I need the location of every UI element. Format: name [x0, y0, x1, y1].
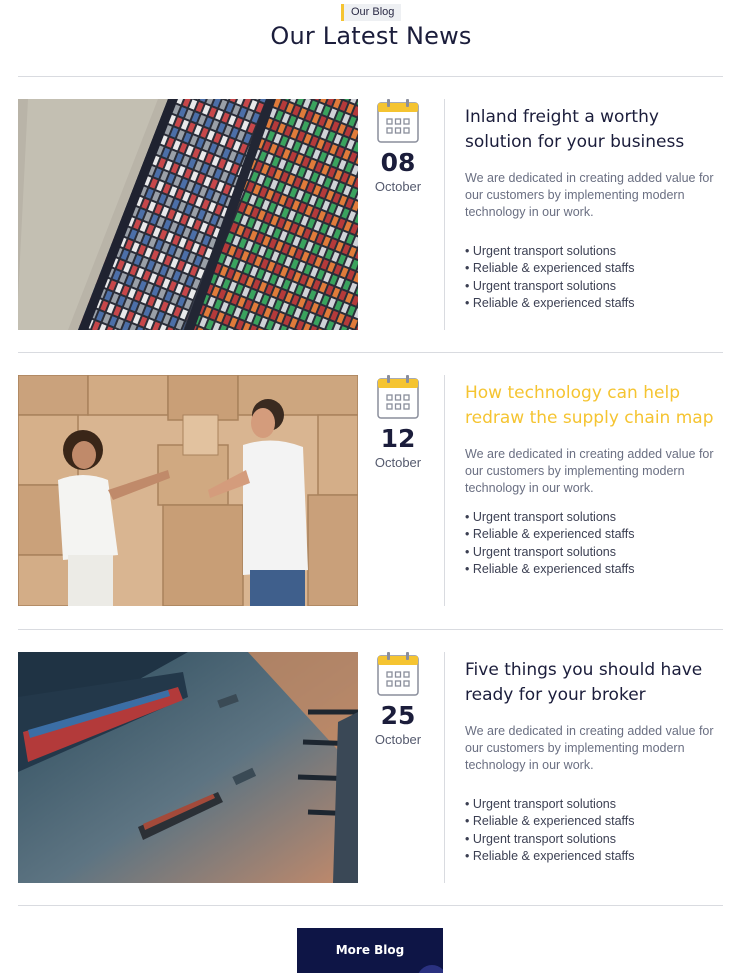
feature-item: • Reliable & experienced staffs	[465, 296, 635, 311]
blog-post: 12 October How technology can help redra…	[18, 375, 723, 606]
post-excerpt: We are dedicated in creating added value…	[465, 724, 714, 772]
post-image-moving-boxes[interactable]	[18, 375, 358, 606]
post-title-link[interactable]: Inland freight a worthy solution for you…	[465, 105, 720, 155]
calendar-icon	[377, 652, 419, 696]
feature-list: • Urgent transport solutions • Reliable …	[465, 796, 720, 866]
feature-item: • Urgent transport solutions	[465, 831, 616, 846]
post-month: October	[374, 179, 422, 194]
post-excerpt: We are dedicated in creating added value…	[465, 447, 714, 495]
divider	[18, 352, 723, 353]
column-divider	[444, 99, 445, 330]
feature-item: • Reliable & experienced staffs	[465, 261, 635, 276]
feature-item: • Urgent transport solutions	[465, 244, 616, 258]
divider	[18, 629, 723, 630]
feature-item: • Urgent transport solutions	[465, 510, 616, 524]
feature-list: • Urgent transport solutions • Reliable …	[465, 509, 720, 579]
post-title-link[interactable]: Five things you should have ready for yo…	[465, 658, 720, 708]
post-excerpt: We are dedicated in creating added value…	[465, 171, 714, 219]
calendar-icon	[377, 99, 419, 143]
more-blog-button[interactable]: More Blog	[297, 928, 443, 973]
post-title-link[interactable]: How technology can help redraw the suppl…	[465, 381, 720, 431]
button-decoration	[417, 965, 443, 973]
feature-item: • Urgent transport solutions	[465, 544, 616, 559]
post-month: October	[374, 732, 422, 747]
feature-list: • Urgent transport solutions • Reliable …	[465, 243, 720, 313]
feature-item: • Reliable & experienced staffs	[465, 814, 635, 829]
divider	[18, 76, 723, 77]
post-date: 12 October	[374, 375, 422, 470]
more-blog-label: More Blog	[335, 943, 405, 957]
feature-item: • Urgent transport solutions	[465, 797, 616, 811]
feature-item: • Reliable & experienced staffs	[465, 527, 635, 542]
calendar-icon	[377, 375, 419, 419]
post-image-container-port[interactable]	[18, 99, 358, 330]
column-divider	[444, 652, 445, 883]
post-content: Inland freight a worthy solution for you…	[465, 105, 720, 313]
feature-item: • Reliable & experienced staffs	[465, 849, 635, 864]
blog-post: 08 October Inland freight a worthy solut…	[18, 99, 723, 330]
post-month: October	[374, 455, 422, 470]
post-day: 08	[380, 148, 416, 177]
post-content: How technology can help redraw the suppl…	[465, 381, 720, 579]
post-image-cargo-ships[interactable]	[18, 652, 358, 883]
feature-item: • Urgent transport solutions	[465, 278, 616, 293]
feature-item: • Reliable & experienced staffs	[465, 562, 635, 577]
divider	[18, 905, 723, 906]
post-date: 25 October	[374, 652, 422, 747]
blog-post: 25 October Five things you should have r…	[18, 652, 723, 883]
section-title: Our Latest News	[270, 22, 472, 50]
column-divider	[444, 375, 445, 606]
section-tag: Our Blog	[341, 4, 402, 21]
post-content: Five things you should have ready for yo…	[465, 658, 720, 866]
post-day: 12	[380, 424, 416, 453]
post-day: 25	[380, 701, 416, 730]
post-date: 08 October	[374, 99, 422, 194]
